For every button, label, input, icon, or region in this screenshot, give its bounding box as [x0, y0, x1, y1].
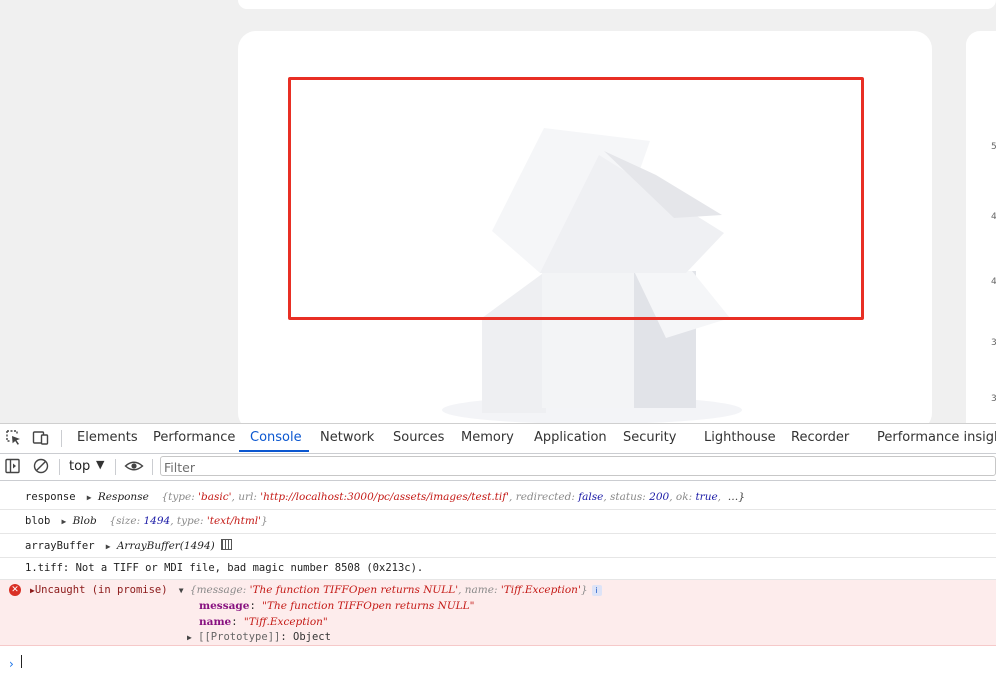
object-type: Response [97, 491, 149, 503]
log-blob[interactable]: blob ▶ Blob {size: 1494, type: 'text/htm… [25, 515, 268, 527]
live-expression-eye-icon[interactable] [124, 457, 144, 475]
tab-network[interactable]: Network [320, 430, 374, 445]
expand-triangle-icon[interactable]: ▶ [187, 633, 192, 642]
console-row: arrayBuffer ▶ ArrayBuffer(1494) [0, 534, 996, 558]
tab-elements[interactable]: Elements [77, 430, 138, 445]
log-arraybuffer[interactable]: arrayBuffer ▶ ArrayBuffer(1494) [25, 539, 233, 552]
log-message: 1.tiff: Not a TIFF or MDI file, bad magi… [25, 562, 424, 574]
axis-tick: 3 [991, 394, 996, 404]
tab-lighthouse[interactable]: Lighthouse [704, 430, 776, 445]
active-tab-indicator [239, 450, 309, 452]
error-summary[interactable]: ▶Uncaught (in promise) ▼ {message: 'The … [30, 584, 602, 596]
chevron-down-icon[interactable]: ▼ [96, 458, 104, 471]
tab-application[interactable]: Application [534, 430, 607, 445]
axis-tick: 5 [991, 142, 996, 152]
console-row: response ▶ Response {type: 'basic', url:… [0, 486, 996, 510]
devtools-panel: Elements Performance Console Network Sou… [0, 423, 996, 684]
expand-triangle-icon[interactable]: ▶ [101, 542, 111, 551]
clear-console-icon[interactable] [32, 457, 50, 475]
expand-triangle-icon[interactable]: ▶ [82, 493, 92, 502]
more-ellipsis[interactable]: …} [728, 491, 745, 503]
console-input-caret[interactable] [21, 655, 22, 668]
tab-recorder[interactable]: Recorder [791, 430, 849, 445]
top-card [238, 0, 996, 9]
console-row: blob ▶ Blob {size: 1494, type: 'text/htm… [0, 510, 996, 534]
error-prop-message: message: "The function TIFFOpen returns … [199, 600, 475, 612]
divider [115, 459, 116, 475]
context-selector[interactable]: top [69, 459, 90, 474]
memory-inspector-icon[interactable] [221, 539, 233, 550]
devtools-tabbar: Elements Performance Console Network Sou… [0, 424, 996, 454]
tab-console[interactable]: Console [250, 430, 302, 445]
filter-input[interactable] [160, 456, 996, 476]
info-icon[interactable]: i [591, 585, 602, 596]
tab-security[interactable]: Security [623, 430, 676, 445]
console-error-row: ✕ ▶Uncaught (in promise) ▼ {message: 'Th… [0, 580, 996, 646]
axis-tick: 4 [991, 277, 996, 287]
error-icon: ✕ [9, 584, 21, 596]
error-prop-prototype[interactable]: ▶ [[Prototype]]: Object [187, 631, 331, 643]
log-response[interactable]: response ▶ Response {type: 'basic', url:… [25, 491, 745, 503]
console-toolbar: top ▼ [0, 454, 996, 481]
tab-memory[interactable]: Memory [461, 430, 514, 445]
log-label: response [25, 491, 76, 503]
tab-performance[interactable]: Performance [153, 430, 235, 445]
inspect-element-icon[interactable] [5, 429, 23, 447]
device-toolbar-icon[interactable] [32, 429, 50, 447]
expand-triangle-icon[interactable]: ▶ [57, 517, 66, 526]
highlight-rectangle [288, 77, 864, 320]
side-card [966, 31, 996, 431]
collapse-triangle-icon[interactable]: ▼ [174, 586, 184, 595]
divider [152, 459, 153, 475]
console-row: 1.tiff: Not a TIFF or MDI file, bad magi… [0, 558, 996, 580]
tab-sources[interactable]: Sources [393, 430, 444, 445]
console-prompt-chevron-icon: › [9, 657, 14, 671]
divider [59, 459, 60, 475]
error-prop-name: name: "Tiff.Exception" [199, 616, 328, 628]
divider [61, 430, 62, 447]
sidebar-toggle-icon[interactable] [4, 457, 22, 475]
tab-performance-insights[interactable]: Performance insights [877, 430, 996, 445]
axis-tick: 3 [991, 338, 996, 348]
axis-tick: 4 [991, 212, 996, 222]
